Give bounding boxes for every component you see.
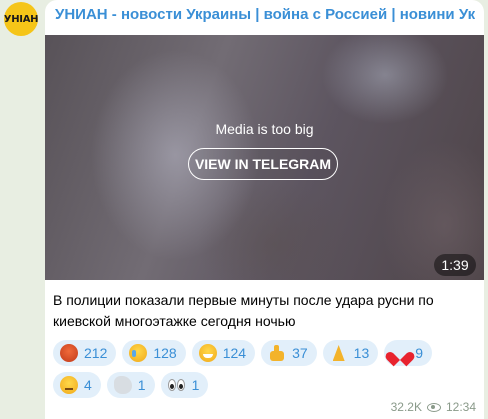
message-bubble: УНИАН - новости Украины | война с Россие… (45, 0, 484, 419)
reaction-dove[interactable]: 1 (106, 372, 155, 398)
eye-icon (426, 402, 441, 412)
message-text: В полиции показали первые минуты после у… (53, 292, 434, 329)
folded-hands-emoji-icon (330, 344, 348, 362)
media-too-big-note: Media is too big (215, 121, 314, 137)
reaction-count: 1 (137, 377, 146, 393)
reaction-eyes[interactable]: 1 (160, 372, 209, 398)
channel-name[interactable]: УНИАН - новости Украины | война с Россие… (55, 6, 475, 23)
reaction-neutral[interactable]: 4 (53, 372, 101, 398)
channel-avatar[interactable]: УНІАН (4, 2, 38, 36)
reaction-angry[interactable]: 212 (53, 340, 117, 366)
neutral-face-emoji-icon (60, 376, 78, 394)
reaction-row: 4 1 1 (53, 372, 478, 398)
reaction-count: 128 (153, 345, 177, 361)
reaction-crying[interactable]: 128 (122, 340, 186, 366)
grinning-face-emoji-icon (198, 344, 217, 362)
thumbs-up-emoji-icon (268, 344, 286, 362)
reaction-count: 212 (84, 345, 108, 361)
reaction-grinning[interactable]: 124 (191, 340, 256, 366)
message-time: 12:34 (445, 400, 476, 414)
eyes-emoji-icon (167, 376, 186, 394)
reaction-count: 9 (415, 345, 424, 361)
reaction-count: 13 (353, 345, 370, 361)
reaction-heart[interactable]: 9 (384, 340, 433, 366)
reaction-thumbs-up[interactable]: 37 (261, 340, 317, 366)
reaction-count: 1 (191, 377, 200, 393)
dove-emoji-icon (113, 376, 132, 394)
reactions-bar: 212 128 124 37 13 9 4 1 1 (53, 340, 478, 404)
avatar-text: УНІАН (4, 13, 38, 25)
red-heart-emoji-icon (391, 344, 409, 362)
reaction-row: 212 128 124 37 13 9 (53, 340, 478, 366)
pupil (178, 384, 183, 389)
angry-face-emoji-icon (60, 344, 78, 362)
pupil (169, 384, 174, 389)
reaction-folded-hands[interactable]: 13 (322, 340, 379, 366)
reaction-count: 124 (222, 345, 247, 361)
view-count: 32.2K (390, 400, 422, 414)
reaction-count: 37 (292, 345, 308, 361)
message-footer: 32.2K 12:34 (391, 400, 476, 414)
video-preview[interactable]: Media is too big VIEW IN TELEGRAM 1:39 (45, 35, 484, 280)
view-in-telegram-button[interactable]: VIEW IN TELEGRAM (188, 148, 338, 180)
reaction-count: 4 (84, 377, 92, 393)
crying-face-emoji-icon (129, 344, 148, 362)
video-duration-badge: 1:39 (434, 254, 476, 276)
